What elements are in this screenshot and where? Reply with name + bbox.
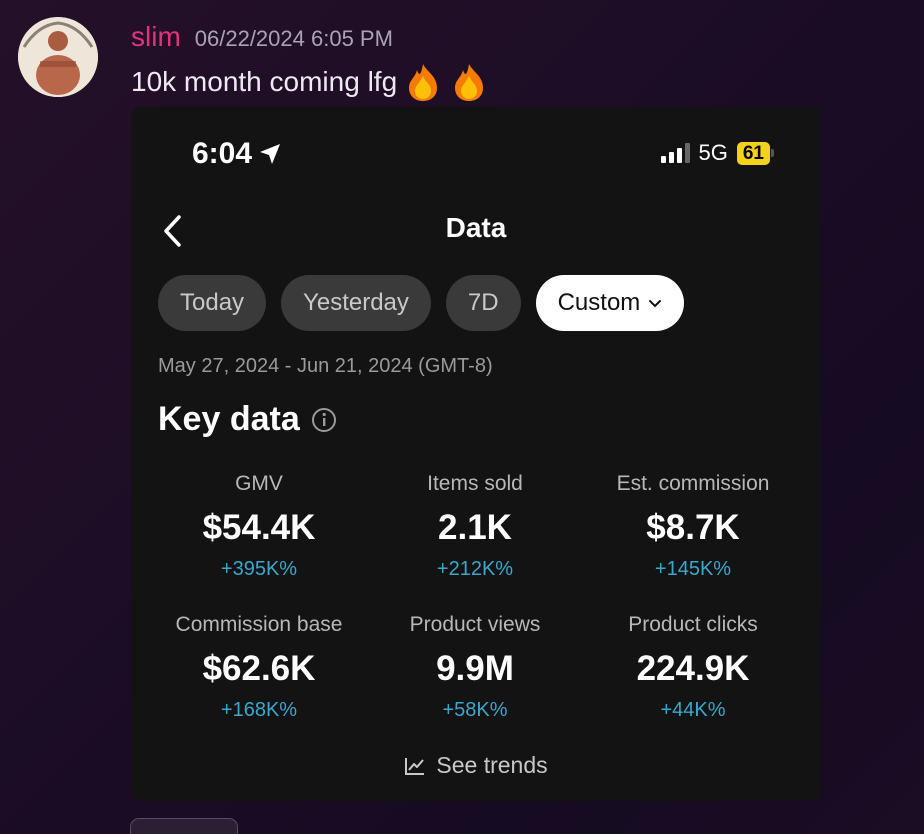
section-title-text: Key data bbox=[158, 400, 300, 438]
battery-level: 61 bbox=[736, 141, 770, 165]
metric-change: +168K% bbox=[220, 699, 298, 721]
date-range: May 27, 2024 - Jun 21, 2024 (GMT-8) bbox=[158, 355, 493, 377]
message-timestamp: 06/22/2024 6:05 PM bbox=[194, 26, 393, 51]
metric-change: +212K% bbox=[436, 558, 514, 580]
metric-gmv: GMV $54.4K +395K% bbox=[149, 472, 369, 581]
metric-value: $54.4K bbox=[202, 508, 316, 547]
fire-emoji-icon bbox=[455, 64, 484, 101]
metric-label: GMV bbox=[235, 472, 283, 495]
battery-icon: 61 bbox=[736, 141, 774, 165]
username[interactable]: slim bbox=[131, 21, 181, 53]
user-avatar[interactable] bbox=[18, 17, 98, 97]
metric-value: 224.9K bbox=[636, 649, 750, 688]
metric-commission-base: Commission base $62.6K +168K% bbox=[149, 613, 369, 722]
metric-value: $62.6K bbox=[202, 649, 316, 688]
image-attachment[interactable]: 6:04 5G 61 Data Today Yesterday 7D Custo… bbox=[131, 107, 821, 801]
location-arrow-icon bbox=[260, 144, 281, 164]
metric-product-clicks: Product clicks 224.9K +44K% bbox=[583, 613, 803, 722]
network-type: 5G bbox=[698, 140, 728, 165]
chevron-down-icon bbox=[649, 300, 662, 308]
phone-time: 6:04 bbox=[192, 137, 282, 171]
metric-change: +395K% bbox=[220, 558, 298, 580]
line-chart-icon bbox=[405, 757, 425, 775]
cellular-signal-icon bbox=[660, 143, 690, 163]
metric-label: Product clicks bbox=[628, 613, 758, 636]
see-trends-label: See trends bbox=[436, 752, 548, 778]
metric-label: Commission base bbox=[175, 613, 343, 636]
metric-value: 9.9M bbox=[436, 649, 514, 688]
metric-items-sold: Items sold 2.1K +212K% bbox=[365, 472, 585, 581]
metric-label: Items sold bbox=[427, 472, 523, 495]
avatar-image bbox=[18, 17, 98, 97]
metric-change: +145K% bbox=[654, 558, 732, 580]
phone-status-icons: 5G 61 bbox=[660, 140, 774, 166]
metric-value: 2.1K bbox=[438, 508, 512, 547]
message-header: slim 06/22/2024 6:05 PM bbox=[131, 21, 393, 53]
metric-change: +44K% bbox=[660, 699, 726, 721]
metric-value: $8.7K bbox=[646, 508, 740, 547]
metric-product-views: Product views 9.9M +58K% bbox=[365, 613, 585, 722]
phone-status-bar: 6:04 5G 61 bbox=[131, 107, 821, 199]
tab-today[interactable]: Today bbox=[158, 275, 267, 331]
metric-est-commission: Est. commission $8.7K +145K% bbox=[583, 472, 803, 581]
metric-label: Est. commission bbox=[616, 472, 770, 495]
message-content: 10k month coming lfg bbox=[131, 62, 489, 102]
metric-change: +58K% bbox=[442, 699, 508, 721]
metric-label: Product views bbox=[409, 613, 541, 636]
phone-time-text: 6:04 bbox=[192, 137, 253, 170]
message-text: 10k month coming lfg bbox=[131, 66, 398, 97]
page-title: Data bbox=[445, 212, 507, 243]
tab-7d[interactable]: 7D bbox=[445, 275, 521, 331]
see-trends-button[interactable]: See trends bbox=[131, 752, 821, 779]
tab-custom[interactable]: Custom bbox=[535, 275, 685, 331]
date-filter-tabs: Today Yesterday 7D Custom bbox=[158, 275, 685, 331]
tab-yesterday[interactable]: Yesterday bbox=[281, 275, 431, 331]
tab-custom-label: Custom bbox=[557, 289, 641, 316]
section-title: Key data bbox=[158, 400, 338, 439]
fire-emoji-icon bbox=[409, 64, 438, 101]
info-icon[interactable] bbox=[310, 406, 338, 434]
reaction-button[interactable] bbox=[130, 818, 238, 834]
